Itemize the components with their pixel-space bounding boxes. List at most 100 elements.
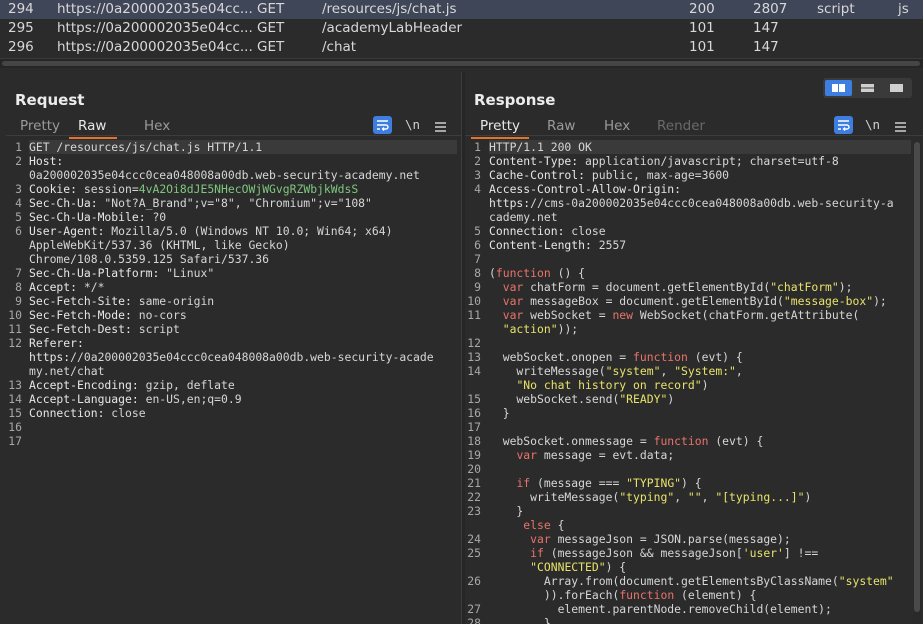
code-line: webSocket.onopen = function (evt) {	[489, 350, 743, 364]
code-line: Content-Length: 2557	[489, 238, 627, 252]
code-line: element.parentNode.removeChild(element);	[489, 602, 832, 616]
line-number: 9	[474, 280, 481, 294]
line-number: 26	[467, 574, 481, 588]
history-row[interactable]: 296 https://0a200002035e04cc... GET /cha…	[0, 38, 923, 57]
line-number: 2	[474, 154, 481, 168]
line-number: 8	[474, 266, 481, 280]
line-number: 12	[8, 336, 22, 350]
history-row[interactable]: 294 https://0a200002035e04cc... GET /res…	[0, 0, 923, 19]
proxy-history-table: 294 https://0a200002035e04cc... GET /res…	[0, 0, 923, 58]
layout-toggle	[823, 78, 912, 98]
line-number: 11	[8, 322, 22, 336]
word-wrap-toggle-icon[interactable]	[834, 116, 853, 134]
request-tab-raw[interactable]: Raw	[69, 118, 118, 139]
row-status: 200	[689, 1, 715, 17]
line-number: 13	[8, 378, 22, 392]
code-line: var messageJson = JSON.parse(message);	[530, 532, 791, 546]
code-line: Cache-Control: public, max-age=3600	[489, 168, 730, 182]
response-vertical-scrollbar[interactable]	[913, 140, 921, 624]
line-number: 3	[15, 182, 22, 196]
code-line: https://0a200002035e04ccc0cea048008a00db…	[29, 350, 434, 364]
row-host: https://0a200002035e04cc...	[57, 1, 253, 17]
line-number: 9	[15, 294, 22, 308]
show-newlines-toggle[interactable]: \n	[865, 117, 880, 132]
line-number: 7	[474, 252, 481, 266]
code-line: else {	[523, 518, 565, 532]
request-tab-pretty[interactable]: Pretty	[20, 118, 60, 137]
row-method: GET	[257, 39, 285, 55]
scrollbar-thumb[interactable]	[2, 61, 920, 66]
layout-side-by-side-icon[interactable]	[825, 80, 852, 96]
code-line: var webSocket = new WebSocket(chatForm.g…	[502, 308, 860, 322]
line-number: 4	[15, 196, 22, 210]
layout-stacked-icon[interactable]	[854, 80, 881, 96]
line-number: 4	[474, 182, 481, 196]
history-row[interactable]: 295 https://0a200002035e04cc... GET /aca…	[0, 19, 923, 38]
row-url: /chat	[322, 39, 357, 55]
code-line: Accept-Encoding: gzip, deflate	[29, 378, 235, 392]
line-number: 14	[8, 392, 22, 406]
row-method: GET	[257, 1, 285, 17]
code-line: Sec-Ch-Ua-Mobile: ?0	[29, 210, 167, 224]
line-number: 24	[467, 532, 481, 546]
code-line: cademy.net	[489, 210, 558, 224]
request-pane: Request Pretty Raw Hex \n 1 2 3 4 5 6 7 8 9 10 11 1…	[6, 72, 461, 624]
code-line: Cookie: session=4vA2Oi8dJE5NHecOWjWGvgRZ…	[29, 182, 359, 196]
code-line: var messageBox = document.getElementById…	[502, 294, 887, 308]
response-tab-raw[interactable]: Raw	[547, 118, 575, 137]
line-number: 18	[467, 434, 481, 448]
code-line: HTTP/1.1 200 OK	[489, 140, 911, 154]
line-number: 15	[467, 392, 481, 406]
history-horizontal-scrollbar[interactable]	[0, 58, 923, 68]
line-number: 6	[474, 238, 481, 252]
hamburger-menu-icon[interactable]	[434, 118, 447, 137]
row-number: 294	[8, 1, 34, 17]
code-line: webSocket.onmessage = function (evt) {	[489, 434, 764, 448]
code-line: webSocket.send("READY")	[489, 392, 675, 406]
line-number: 1	[474, 140, 481, 154]
word-wrap-toggle-icon[interactable]	[373, 116, 392, 134]
code-line: "No chat history on record")	[516, 378, 709, 392]
code-line: Connection: close	[29, 406, 146, 420]
row-status: 101	[689, 39, 715, 55]
code-line: (function () {	[489, 266, 586, 280]
line-number: 22	[467, 490, 481, 504]
request-editor[interactable]: 1 2 3 4 5 6 7 8 9 10 11 12 13 14 15 16 17 GET /resources…	[6, 140, 461, 624]
line-number: 17	[8, 434, 22, 448]
line-number: 27	[467, 602, 481, 616]
line-number: 14	[467, 364, 481, 378]
response-tab-hex[interactable]: Hex	[604, 118, 630, 137]
code-line: Access-Control-Allow-Origin:	[489, 182, 682, 196]
line-number: 19	[467, 448, 481, 462]
response-tab-pretty[interactable]: Pretty	[471, 118, 530, 139]
line-number: 5	[15, 210, 22, 224]
line-number: 1	[15, 140, 22, 154]
request-title: Request	[15, 91, 85, 109]
scrollbar-thumb[interactable]	[914, 142, 920, 612]
line-number: 23	[467, 504, 481, 518]
code-line: if (message === "TYPING") {	[516, 476, 702, 490]
hamburger-menu-icon[interactable]	[894, 118, 907, 137]
row-method: GET	[257, 20, 285, 36]
layout-single-icon[interactable]	[883, 80, 910, 96]
code-line: writeMessage("system", "System:",	[489, 364, 743, 378]
row-number: 296	[8, 39, 34, 55]
line-number: 7	[15, 266, 22, 280]
row-host: https://0a200002035e04cc...	[57, 20, 253, 36]
code-line: https://cms-0a200002035e04ccc0cea048008a…	[489, 196, 894, 210]
code-line: Accept: */*	[29, 280, 105, 294]
response-editor[interactable]: 1 2 3 4 5 6 7 8 9 10 11 12 13 14 15 16 17 18 19 20 21 22 23 24 2…	[465, 140, 923, 624]
response-title: Response	[474, 91, 556, 109]
code-line: my.net/chat	[29, 364, 105, 378]
code-line: Accept-Language: en-US,en;q=0.9	[29, 392, 242, 406]
show-newlines-toggle[interactable]: \n	[405, 117, 420, 132]
code-line: GET /resources/js/chat.js HTTP/1.1	[29, 140, 457, 154]
row-host: https://0a200002035e04cc...	[57, 39, 253, 55]
line-number: 10	[8, 308, 22, 322]
response-pane: Response Pretty Raw Hex Render \n 123456…	[465, 72, 923, 624]
request-tab-hex[interactable]: Hex	[144, 118, 170, 137]
code-line: Array.from(document.getElementsByClassNa…	[489, 574, 894, 588]
